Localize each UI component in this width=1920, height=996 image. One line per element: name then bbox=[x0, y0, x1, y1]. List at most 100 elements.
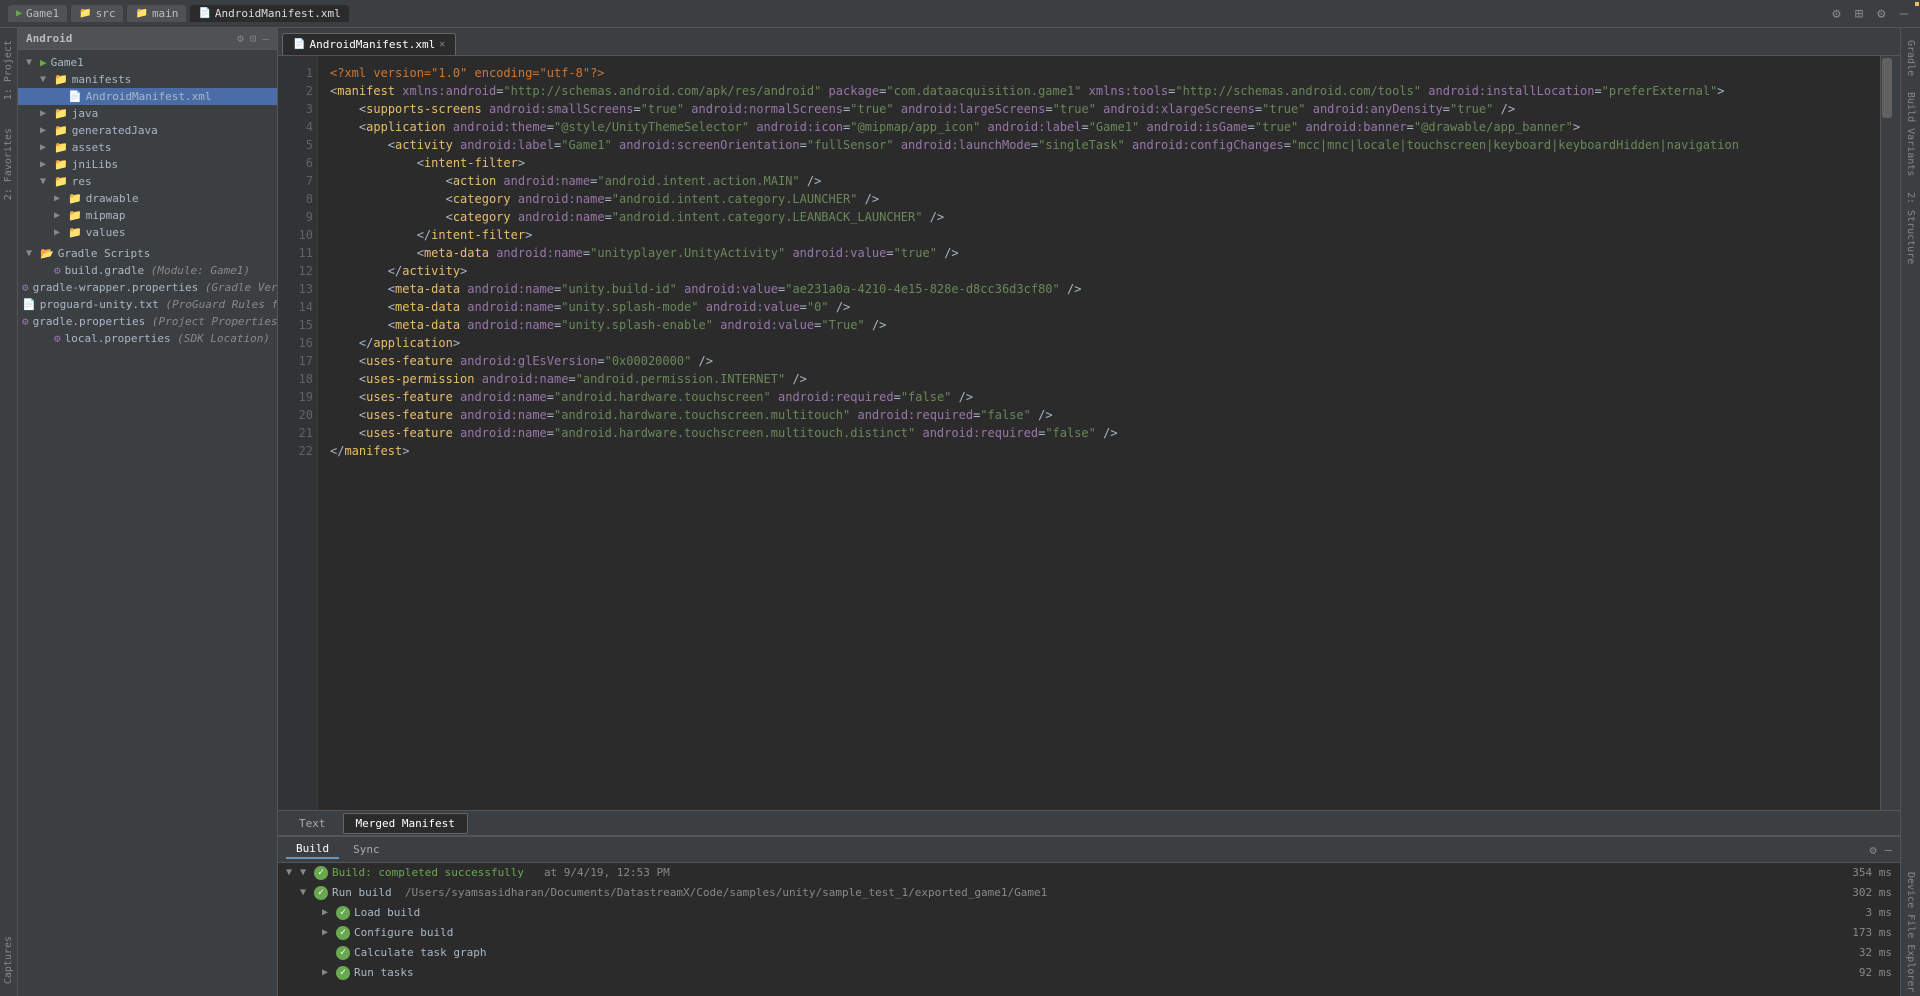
editor-area: 📄 AndroidManifest.xml ✕ 1234567891011121… bbox=[278, 28, 1900, 810]
build-result-row[interactable]: ▼ ▼ ✓ Build: completed successfully at 9… bbox=[278, 863, 1900, 883]
device-file-explorer-label[interactable]: Device File Explorer bbox=[1903, 868, 1918, 996]
tree-item-build-gradle[interactable]: ⚙ build.gradle (Module: Game1) bbox=[18, 262, 277, 279]
title-tab-androidmanifest[interactable]: 📄 AndroidManifest.xml bbox=[190, 5, 348, 22]
title-actions: ⚙ ⊞ ⚙ — bbox=[1828, 4, 1912, 24]
gradle-strip-label[interactable]: Gradle bbox=[1903, 36, 1918, 80]
code-line-11: <meta-data android:name="unityplayer.Uni… bbox=[330, 244, 1872, 262]
tree-arrow-mipmap: ▶ bbox=[54, 210, 68, 221]
run-tasks-row[interactable]: ▶ ✓ Run tasks 92 ms bbox=[278, 963, 1900, 983]
run-tasks-success-icon: ✓ bbox=[336, 966, 350, 980]
tree-item-drawable[interactable]: ▶ 📁 drawable bbox=[18, 190, 277, 207]
tree-item-values[interactable]: ▶ 📁 values bbox=[18, 224, 277, 241]
captures-label[interactable]: Captures bbox=[2, 932, 15, 988]
android-icon: ▶ bbox=[40, 56, 47, 69]
tree-item-mipmap[interactable]: ▶ 📁 mipmap bbox=[18, 207, 277, 224]
tree-item-game1[interactable]: ▼ ▶ Game1 bbox=[18, 54, 277, 71]
favorites-label[interactable]: 2: Favorites bbox=[2, 124, 15, 204]
title-tab-game1-label: Game1 bbox=[26, 7, 59, 20]
editor-tab-label: AndroidManifest.xml bbox=[309, 38, 435, 51]
build-variants-strip-label[interactable]: Build Variants bbox=[1903, 88, 1918, 180]
project-panel-header: Android ⚙ ⊡ — bbox=[18, 28, 277, 50]
far-left-strip: 1: Project 2: Favorites Captures bbox=[0, 28, 18, 996]
folder-icon-java: 📁 bbox=[54, 107, 68, 120]
panel-action-settings[interactable]: ⚙ bbox=[237, 32, 244, 45]
build-header-actions: ⚙ — bbox=[1870, 843, 1892, 857]
editor-tabs: 📄 AndroidManifest.xml ✕ bbox=[278, 28, 1900, 56]
txt-file-icon: 📄 bbox=[22, 298, 36, 311]
tree-item-gradle-properties[interactable]: ⚙ gradle.properties (Project Properties) bbox=[18, 313, 277, 330]
tab-close-btn[interactable]: ✕ bbox=[439, 39, 445, 50]
build-close-icon[interactable]: — bbox=[1885, 843, 1892, 857]
settings-btn[interactable]: ⚙ bbox=[1873, 4, 1889, 24]
title-tab-game1[interactable]: ▶ Game1 bbox=[8, 5, 67, 22]
folder-icon-mipmap: 📁 bbox=[68, 209, 82, 222]
code-line-18: <uses-permission android:name="android.p… bbox=[330, 370, 1872, 388]
panel-action-layout[interactable]: ⊡ bbox=[250, 32, 257, 45]
android-label: Android bbox=[26, 32, 72, 45]
line-number-3: 3 bbox=[282, 100, 313, 118]
tree-item-res[interactable]: ▼ 📁 res bbox=[18, 173, 277, 190]
title-tab-main[interactable]: 📁 main bbox=[127, 5, 186, 22]
tree-item-gradle-scripts[interactable]: ▼ 📂 Gradle Scripts bbox=[18, 245, 277, 262]
tree-item-assets[interactable]: ▶ 📁 assets bbox=[18, 139, 277, 156]
gradle-file-icon: ⚙ bbox=[54, 264, 61, 277]
close-btn[interactable]: — bbox=[1896, 4, 1912, 24]
tree-item-gradle-wrapper[interactable]: ⚙ gradle-wrapper.properties (Gradle Vers… bbox=[18, 279, 277, 296]
code-line-7: <action android:name="android.intent.act… bbox=[330, 172, 1872, 190]
structure-strip-label[interactable]: 2: Structure bbox=[1903, 188, 1918, 268]
build-tab-build[interactable]: Build bbox=[286, 840, 339, 859]
tree-label-game1: Game1 bbox=[51, 56, 84, 69]
title-bar-tabs: ▶ Game1 📁 src 📁 main 📄 AndroidManifest.x… bbox=[8, 5, 1828, 22]
code-line-3: <supports-screens android:smallScreens="… bbox=[330, 100, 1872, 118]
line-number-12: 12 bbox=[282, 262, 313, 280]
configure-build-row[interactable]: ▶ ✓ Configure build 173 ms bbox=[278, 923, 1900, 943]
folder-icon-res: 📁 bbox=[54, 175, 68, 188]
run-build-success-icon: ✓ bbox=[314, 886, 328, 900]
folder-icon-values: 📁 bbox=[68, 226, 82, 239]
project-label[interactable]: 1: Project bbox=[2, 36, 15, 104]
tree-item-jnilibs[interactable]: ▶ 📁 jniLibs bbox=[18, 156, 277, 173]
title-tab-src[interactable]: 📁 src bbox=[71, 5, 123, 22]
code-line-6: <intent-filter> bbox=[330, 154, 1872, 172]
panel-action-close[interactable]: — bbox=[262, 32, 269, 45]
line-number-18: 18 bbox=[282, 370, 313, 388]
editor-scrollbar[interactable] bbox=[1880, 56, 1894, 810]
tree-item-generatedjava[interactable]: ▶ 📁 generatedJava bbox=[18, 122, 277, 139]
tree-label-build-gradle: build.gradle (Module: Game1) bbox=[65, 264, 250, 277]
config-btn[interactable]: ⊞ bbox=[1851, 4, 1867, 24]
bottom-tab-merged-manifest[interactable]: Merged Manifest bbox=[343, 813, 468, 834]
run-build-text: Run build /Users/syamsasidharan/Document… bbox=[332, 884, 1832, 902]
tree-label-res: res bbox=[72, 175, 92, 188]
run-build-row[interactable]: ▼ ✓ Run build /Users/syamsasidharan/Docu… bbox=[278, 883, 1900, 903]
build-panel: Build Sync ⚙ — ▼ ▼ ✓ Build: completed su… bbox=[278, 836, 1900, 996]
tree-label-drawable: drawable bbox=[86, 192, 139, 205]
run-build-path: /Users/syamsasidharan/Documents/Datastre… bbox=[405, 886, 1047, 899]
build-tab-sync[interactable]: Sync bbox=[343, 841, 390, 858]
build-settings-icon[interactable]: ⚙ bbox=[1870, 843, 1877, 857]
editor-tab-androidmanifest[interactable]: 📄 AndroidManifest.xml ✕ bbox=[282, 33, 456, 55]
tree-item-manifests[interactable]: ▼ 📁 manifests bbox=[18, 71, 277, 88]
local-properties-icon: ⚙ bbox=[54, 332, 61, 345]
sync-btn[interactable]: ⚙ bbox=[1828, 4, 1844, 24]
scrollbar-thumb[interactable] bbox=[1882, 58, 1892, 118]
code-line-5: <activity android:label="Game1" android:… bbox=[330, 136, 1872, 154]
expand-arrow-loadbuild: ▶ bbox=[322, 904, 336, 922]
line-number-21: 21 bbox=[282, 424, 313, 442]
tree-arrow-drawable: ▶ bbox=[54, 193, 68, 204]
tree-item-androidmanifest[interactable]: 📄 AndroidManifest.xml bbox=[18, 88, 277, 105]
tree-item-local-properties[interactable]: ⚙ local.properties (SDK Location) bbox=[18, 330, 277, 347]
line-number-16: 16 bbox=[282, 334, 313, 352]
tree-arrow-generatedjava: ▶ bbox=[40, 125, 54, 136]
tree-item-proguard-unity[interactable]: 📄 proguard-unity.txt (ProGuard Rules for… bbox=[18, 296, 277, 313]
tree-item-java[interactable]: ▶ 📁 java bbox=[18, 105, 277, 122]
bottom-tab-text[interactable]: Text bbox=[286, 813, 339, 834]
folder-icon-main: 📁 bbox=[135, 8, 147, 19]
code-content[interactable]: <?xml version="1.0" encoding="utf-8"?><m… bbox=[318, 56, 1880, 810]
code-line-14: <meta-data android:name="unity.splash-mo… bbox=[330, 298, 1872, 316]
load-build-row[interactable]: ▶ ✓ Load build 3 ms bbox=[278, 903, 1900, 923]
configure-build-text: Configure build bbox=[354, 924, 1832, 942]
line-number-13: 13 bbox=[282, 280, 313, 298]
code-line-13: <meta-data android:name="unity.build-id"… bbox=[330, 280, 1872, 298]
configure-build-time: 173 ms bbox=[1832, 924, 1892, 942]
calculate-task-graph-row[interactable]: ✓ Calculate task graph 32 ms bbox=[278, 943, 1900, 963]
